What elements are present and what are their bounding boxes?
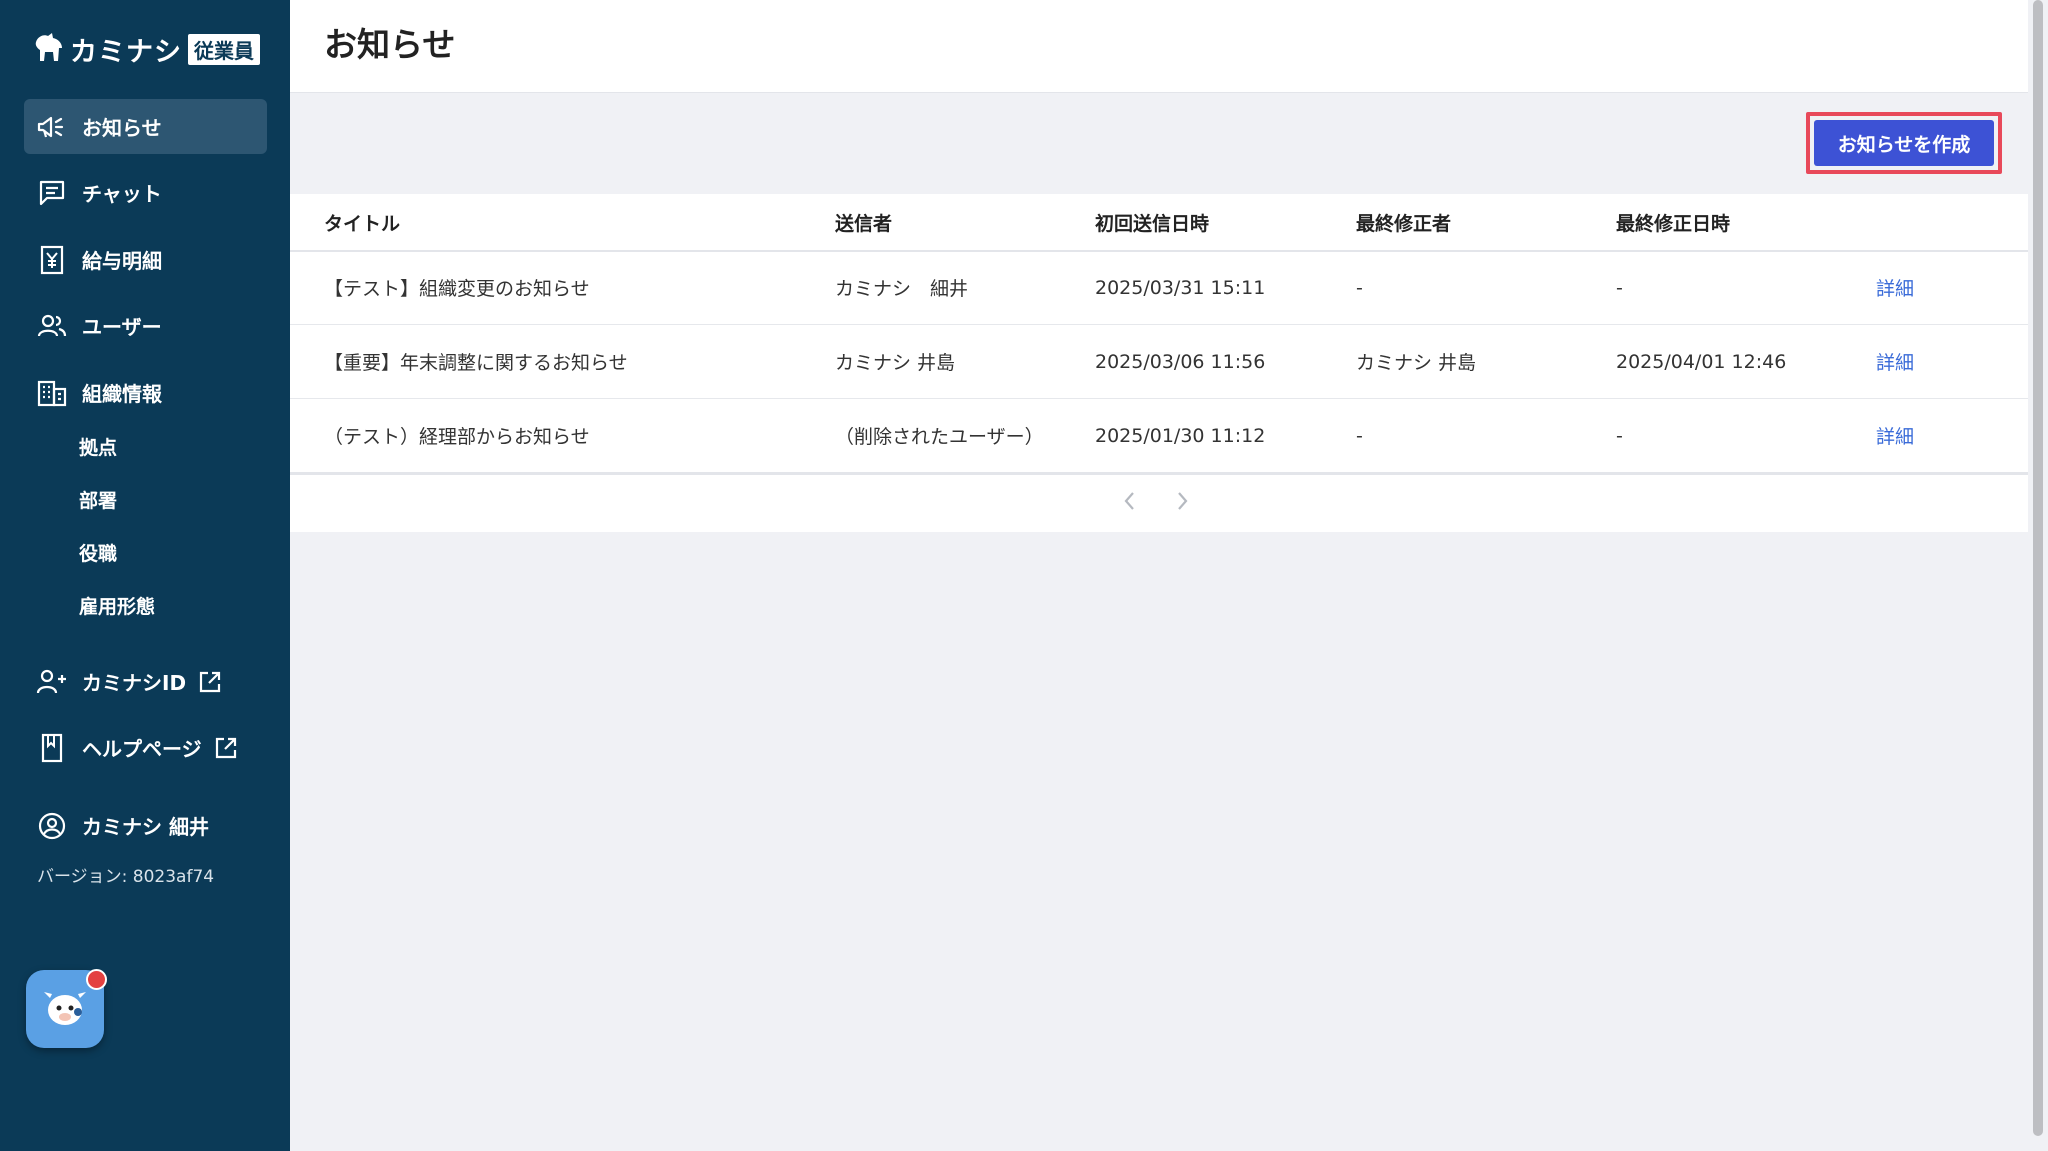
cell-last-editor: - (1356, 276, 1363, 299)
cell-first-sent: 2025/03/06 11:56 (1095, 350, 1266, 373)
cell-last-editor: - (1356, 424, 1363, 447)
payslip-icon (32, 245, 72, 275)
user-name: カミナシ 細井 (82, 815, 209, 839)
sidebar-item-label: チャット (82, 182, 162, 206)
next-page-button[interactable] (1176, 490, 1190, 516)
external-link-icon (214, 736, 238, 760)
table-row: （テスト）経理部からお知らせ （削除されたユーザー） 2025/01/30 11… (290, 399, 2028, 475)
detail-link[interactable]: 詳細 (1876, 325, 1914, 398)
cell-first-sent: 2025/03/31 15:11 (1095, 276, 1266, 299)
chevron-left-icon (1122, 490, 1136, 516)
sidebar-item-label: ユーザー (82, 315, 162, 339)
sidebar-item-payslip[interactable]: 給与明細 (24, 232, 267, 287)
sidebar-item-label: お知らせ (82, 116, 162, 140)
cell-last-edited: 2025/04/01 12:46 (1616, 350, 1787, 373)
cell-sender: カミナシ 井島 (835, 352, 956, 374)
detail-link[interactable]: 詳細 (1876, 251, 1914, 324)
cell-last-editor: カミナシ 井島 (1356, 352, 1477, 374)
sidebar-item-label: ヘルプページ (82, 737, 202, 761)
sidebar-subitem-departments[interactable]: 部署 (79, 486, 117, 513)
cell-last-edited: - (1616, 424, 1623, 447)
cell-sender: （削除されたユーザー） (835, 426, 1044, 448)
column-header-last-edited: 最終修正日時 (1616, 212, 1731, 235)
create-button-highlight: お知らせを作成 (1806, 112, 2002, 174)
sidebar-user-profile[interactable]: カミナシ 細井 (24, 798, 267, 853)
cell-title: 【テスト】組織変更のお知らせ (324, 278, 590, 300)
chat-icon (32, 179, 72, 207)
sidebar-subitem-locations[interactable]: 拠点 (79, 433, 117, 460)
cell-title: （テスト）経理部からお知らせ (324, 426, 590, 448)
create-notice-button[interactable]: お知らせを作成 (1814, 120, 1994, 166)
user-plus-icon (32, 669, 72, 695)
logo-badge: 従業員 (188, 33, 260, 65)
prev-page-button[interactable] (1122, 490, 1136, 516)
page-title: お知らせ (324, 25, 456, 64)
sidebar-item-label: 給与明細 (82, 249, 162, 273)
table-row: 【テスト】組織変更のお知らせ カミナシ 細井 2025/03/31 15:11 … (290, 251, 2028, 325)
goat-mascot-icon (40, 984, 90, 1034)
sidebar-item-users[interactable]: ユーザー (24, 298, 267, 353)
column-header-last-editor: 最終修正者 (1356, 212, 1452, 235)
sidebar-item-organization[interactable]: 組織情報 (24, 365, 267, 420)
scrollbar-thumb[interactable] (2033, 0, 2043, 1136)
building-icon (32, 379, 72, 407)
sidebar-link-kaminashi-id[interactable]: カミナシID (24, 654, 267, 709)
logo-text: カミナシ (70, 36, 182, 68)
version-text: バージョン: 8023af74 (37, 867, 215, 887)
page-header: お知らせ (290, 0, 2028, 93)
book-icon (32, 733, 72, 763)
detail-link[interactable]: 詳細 (1876, 399, 1914, 472)
chevron-right-icon (1176, 490, 1190, 516)
users-icon (32, 314, 72, 338)
app-window: カミナシ 従業員 お知らせ チャット 給与明細 ユーザー 組織情報 拠点 部署 … (0, 0, 2048, 1151)
goat-logo-icon (32, 30, 66, 68)
notices-table: タイトル 送信者 初回送信日時 最終修正者 最終修正日時 【テスト】組織変更のお… (290, 194, 2028, 532)
sidebar-item-label: カミナシID (82, 671, 187, 695)
user-circle-icon (32, 811, 72, 841)
column-header-title: タイトル (324, 212, 401, 235)
sidebar-link-help[interactable]: ヘルプページ (24, 720, 267, 775)
sidebar-subitem-employment-types[interactable]: 雇用形態 (79, 592, 155, 619)
table-header-row: タイトル 送信者 初回送信日時 最終修正者 最終修正日時 (290, 194, 2028, 252)
app-logo[interactable]: カミナシ 従業員 (32, 26, 260, 72)
sidebar: カミナシ 従業員 お知らせ チャット 給与明細 ユーザー 組織情報 拠点 部署 … (0, 0, 290, 1151)
cell-sender: カミナシ 細井 (835, 278, 969, 300)
megaphone-icon (32, 115, 72, 139)
external-link-icon (198, 670, 222, 694)
vertical-scrollbar[interactable] (2028, 0, 2048, 1151)
sidebar-subitem-positions[interactable]: 役職 (79, 539, 117, 566)
table-row: 【重要】年末調整に関するお知らせ カミナシ 井島 2025/03/06 11:5… (290, 325, 2028, 399)
column-header-first-sent: 初回送信日時 (1095, 212, 1210, 235)
column-header-sender: 送信者 (835, 212, 893, 235)
cell-first-sent: 2025/01/30 11:12 (1095, 424, 1266, 447)
cell-last-edited: - (1616, 276, 1623, 299)
sidebar-item-chat[interactable]: チャット (24, 165, 267, 220)
sidebar-item-label: 組織情報 (82, 382, 162, 406)
cell-title: 【重要】年末調整に関するお知らせ (324, 352, 628, 374)
sidebar-item-notices[interactable]: お知らせ (24, 99, 267, 154)
notification-dot (86, 969, 107, 990)
